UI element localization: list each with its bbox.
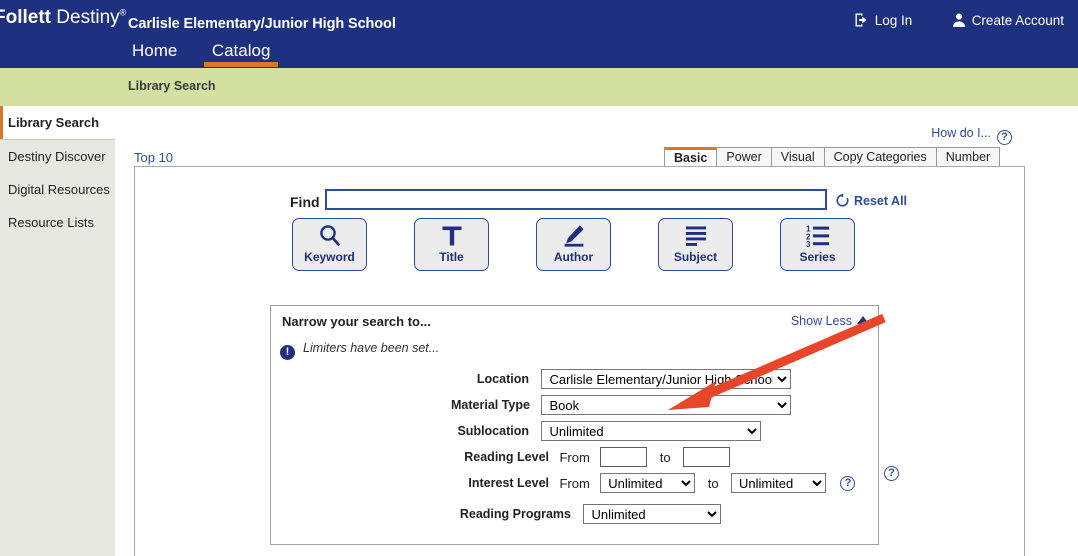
search-type-title-button[interactable]: Title xyxy=(414,218,489,271)
numbered-list-icon: 1 2 3 xyxy=(781,219,854,250)
search-type-author-label: Author xyxy=(553,250,594,264)
location-label: Location xyxy=(476,372,529,386)
help-icon[interactable]: ? xyxy=(997,130,1012,145)
create-account-label: Create Account xyxy=(971,13,1064,28)
how-do-i-link[interactable]: How do I...? xyxy=(931,126,1012,145)
interest-level-from-label: From xyxy=(559,475,590,491)
narrow-search-title: Narrow your search to... xyxy=(282,314,431,329)
main-content: How do I...? Top 10 Basic Power Visual C… xyxy=(115,106,1078,556)
nav-item-home[interactable]: Home xyxy=(124,41,185,67)
follett-destiny-logo[interactable]: Follett Destiny® xyxy=(0,7,126,29)
reading-programs-help-icon[interactable]: ? xyxy=(884,466,899,481)
sublocation-row: Sublocation Unlimited xyxy=(451,421,762,441)
search-type-series-button[interactable]: 1 2 3 Series xyxy=(780,218,855,271)
how-do-i-label: How do I... xyxy=(931,126,991,140)
nav-item-catalog[interactable]: Catalog xyxy=(203,41,279,67)
interest-level-from-select[interactable]: Unlimited xyxy=(600,473,696,493)
caret-up-icon xyxy=(857,316,869,324)
interest-level-to-label: to xyxy=(707,475,719,491)
top-10-link[interactable]: Top 10 xyxy=(134,150,173,165)
show-less-label: Show Less xyxy=(790,314,852,328)
interest-level-label: Interest Level xyxy=(468,476,549,490)
login-label: Log In xyxy=(874,13,913,28)
reading-level-row: Reading Level From to xyxy=(451,447,730,467)
search-type-keyword-button[interactable]: Keyword xyxy=(292,218,367,271)
find-label: Find xyxy=(290,194,320,210)
magnifier-icon xyxy=(293,219,366,250)
reading-level-to-input[interactable] xyxy=(683,447,730,467)
limiters-notice: ! Limiters have been set... xyxy=(280,339,439,360)
reading-level-from-input[interactable] xyxy=(600,447,648,467)
reading-programs-row: Reading Programs Unlimited xyxy=(451,504,722,524)
search-type-author-button[interactable]: Author xyxy=(536,218,611,271)
interest-level-to-select[interactable]: Unlimited xyxy=(731,473,826,493)
tab-basic[interactable]: Basic xyxy=(664,147,718,166)
interest-level-row: Interest Level From Unlimited to Unlimit… xyxy=(451,473,856,493)
tab-visual[interactable]: Visual xyxy=(771,147,825,166)
sign-in-icon xyxy=(854,12,870,31)
sidebar-item-digital-resources[interactable]: Digital Resources xyxy=(0,173,115,206)
search-type-subject-label: Subject xyxy=(673,250,718,264)
sidebar-item-library-search[interactable]: Library Search xyxy=(0,106,115,140)
sublocation-label: Sublocation xyxy=(457,424,529,438)
reading-level-from-label: From xyxy=(559,449,590,465)
sublocation-select[interactable]: Unlimited xyxy=(541,421,762,441)
sidebar-item-destiny-discover[interactable]: Destiny Discover xyxy=(0,140,115,173)
narrow-search-panel: Narrow your search to... Show Less ! Limi… xyxy=(270,305,899,545)
location-select[interactable]: Carlisle Elementary/Junior High School xyxy=(541,369,792,389)
search-type-subject-button[interactable]: Subject xyxy=(658,218,733,271)
material-type-label: Material Type xyxy=(451,398,530,412)
location-row: Location Carlisle Elementary/Junior High… xyxy=(451,369,792,389)
search-type-buttons: Keyword Title Author Subject 1 2 3 Serie… xyxy=(292,218,855,271)
search-type-title-label: Title xyxy=(439,250,464,264)
reading-programs-label: Reading Programs xyxy=(459,507,571,521)
login-button[interactable]: Log In xyxy=(854,12,913,31)
info-icon: ! xyxy=(280,345,295,360)
sidebar: Library Search Destiny Discover Digital … xyxy=(0,106,115,556)
app-header: Follett Destiny® Carlisle Elementary/Jun… xyxy=(0,0,1078,68)
search-tabs: Basic Power Visual Copy Categories Numbe… xyxy=(664,147,1001,166)
create-account-button[interactable]: Create Account xyxy=(951,12,1064,31)
limiters-notice-text: Limiters have been set... xyxy=(303,341,440,355)
person-icon xyxy=(951,12,967,31)
tab-copy-categories[interactable]: Copy Categories xyxy=(824,147,937,166)
svg-text:3: 3 xyxy=(806,240,811,249)
reading-programs-select[interactable]: Unlimited xyxy=(583,504,722,524)
school-name: Carlisle Elementary/Junior High School xyxy=(128,16,396,32)
show-less-toggle[interactable]: Show Less xyxy=(791,314,869,328)
material-type-select[interactable]: Book xyxy=(541,395,792,415)
lines-icon xyxy=(659,219,732,250)
search-type-keyword-label: Keyword xyxy=(304,250,355,264)
pencil-icon xyxy=(537,219,610,250)
sidebar-item-resource-lists[interactable]: Resource Lists xyxy=(0,206,115,239)
tab-number[interactable]: Number xyxy=(936,147,1001,166)
search-panel: Find Reset All Keyword Title Author Subj… xyxy=(134,166,1025,556)
logo-registered-mark: ® xyxy=(119,7,127,18)
letter-t-icon xyxy=(415,219,488,250)
reset-all-button[interactable]: Reset All xyxy=(835,193,907,211)
interest-level-help-icon[interactable]: ? xyxy=(840,475,856,491)
tab-power[interactable]: Power xyxy=(717,147,772,166)
main-navigation: Home Catalog xyxy=(124,41,292,67)
refresh-icon xyxy=(835,193,850,211)
breadcrumb: Library Search xyxy=(128,79,216,93)
search-type-series-label: Series xyxy=(799,250,836,264)
reading-level-label: Reading Level xyxy=(464,450,549,464)
reading-level-to-label: to xyxy=(659,449,671,465)
material-type-row: Material Type Book xyxy=(451,395,792,415)
logo-follett-text: Follett xyxy=(0,7,51,28)
search-input[interactable] xyxy=(325,189,827,210)
account-links: Log In Create Account xyxy=(820,12,1064,31)
logo-destiny-text: Destiny xyxy=(56,7,120,28)
breadcrumb-bar: Library Search xyxy=(0,68,1078,106)
reset-all-label: Reset All xyxy=(854,194,908,208)
